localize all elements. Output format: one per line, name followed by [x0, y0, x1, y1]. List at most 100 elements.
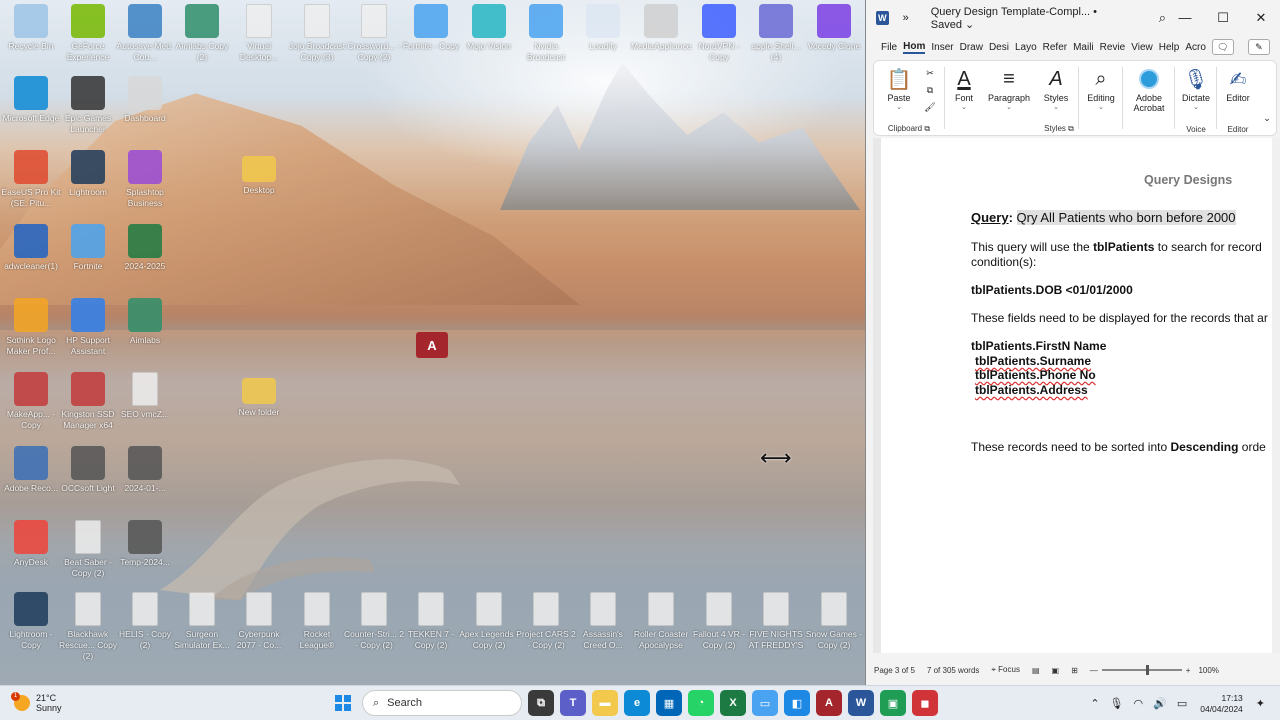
more-commands-icon[interactable]: » — [903, 12, 909, 24]
desktop-icon[interactable]: 2024-01-... — [115, 446, 175, 494]
desktop-icon[interactable]: MakeApp... - Copy — [1, 372, 61, 431]
desktop-icon[interactable]: Crossword... - Copy (2) — [344, 4, 404, 63]
battery-icon[interactable]: ▭ — [1177, 697, 1187, 710]
menu-tab[interactable]: Inser — [931, 42, 953, 53]
desktop-icon[interactable]: Beat Saber - Copy (2) — [58, 520, 118, 579]
desktop-icon[interactable]: EaseUS Pro Kit (SE. Pitu... — [1, 150, 61, 209]
photos-icon[interactable]: ◧ — [784, 690, 810, 716]
desktop-icon[interactable]: OCCsoft Light — [58, 446, 118, 494]
minimize-button[interactable]: — — [1166, 10, 1204, 26]
desktop-icon[interactable]: HP Support Assistant — [58, 298, 118, 357]
desktop-icon[interactable]: Virtual Desktop... — [229, 4, 289, 63]
teams-icon[interactable]: T — [560, 690, 586, 716]
desktop-icon[interactable]: Surgeon Simulator Ex... — [172, 592, 232, 651]
menu-tab[interactable]: Desi — [989, 42, 1009, 53]
edge-icon[interactable]: e — [624, 690, 650, 716]
access-app-icon[interactable]: A — [416, 332, 448, 358]
wifi-icon[interactable]: ◠ — [1134, 697, 1144, 710]
comments-icon[interactable]: 🗨 — [1211, 39, 1234, 55]
whatsapp-icon[interactable]: ◔ — [688, 690, 714, 716]
desktop-icon[interactable]: Fallout 4 VR - Copy (2) — [689, 592, 749, 651]
zoom-level[interactable]: 100% — [1198, 666, 1218, 675]
dictate-button[interactable]: 🎙 Dictate ⌄ Voice — [1176, 61, 1216, 137]
taskbar-search[interactable]: ⌕ Search — [362, 690, 522, 716]
access-icon[interactable]: A — [816, 690, 842, 716]
document-page[interactable]: Query Designs Query: Qry All Patients wh… — [881, 138, 1273, 653]
desktop-icon[interactable]: Kingston SSD Manager x64 — [58, 372, 118, 431]
desktop-icon[interactable]: Jojo Broadcast Copy (3) — [287, 4, 347, 63]
editing-mode-icon[interactable]: ✎ — [1247, 39, 1270, 55]
zoom-in-button[interactable]: + — [1186, 666, 1191, 675]
desktop-icon[interactable]: 2024-2025 — [115, 224, 175, 272]
vertical-scrollbar[interactable] — [1272, 138, 1280, 653]
desktop-icon[interactable]: Aimlabs — [115, 298, 175, 346]
start-button[interactable] — [330, 690, 356, 716]
close-button[interactable]: ✕ — [1242, 10, 1280, 26]
desktop-icon[interactable]: Recycle Bin — [1, 4, 61, 52]
desktop-icon[interactable]: Blackhawk Rescue... Copy (2) — [58, 592, 118, 662]
desktop-icon[interactable]: Mojo Vision — [459, 4, 519, 52]
desktop-icon[interactable]: Lightroom - Copy — [1, 592, 61, 651]
search-icon[interactable]: ⌕ — [1159, 10, 1166, 26]
menu-tab[interactable]: Draw — [960, 42, 983, 53]
show-hidden-icons-icon[interactable]: ⌃ — [1090, 697, 1099, 710]
menu-tab[interactable]: Acro — [1185, 42, 1206, 53]
adobe-acrobat-button[interactable]: Adobe Acrobat — [1124, 61, 1174, 137]
paragraph-button[interactable]: ≡ Paragraph ⌄ — [984, 61, 1034, 137]
desktop-icon[interactable]: Desktop — [229, 150, 289, 196]
collapse-ribbon-icon[interactable]: ⌄ — [1260, 113, 1274, 129]
word-icon[interactable]: W — [848, 690, 874, 716]
menu-tab[interactable]: Help — [1159, 42, 1180, 53]
clock[interactable]: 17:13 04/04/2024 — [1200, 693, 1243, 715]
desktop-icon[interactable]: Aimlabs Copy (2) — [172, 4, 232, 63]
weather-widget[interactable]: 1 21°C Sunny — [11, 692, 62, 713]
task-view-icon[interactable]: ⧉ — [528, 690, 554, 716]
desktop-icon[interactable]: Rocket League® — [287, 592, 347, 651]
zoom-slider[interactable] — [1101, 665, 1182, 675]
menu-tab[interactable]: Hom — [903, 41, 926, 54]
editing-button[interactable]: ⌕ Editing ⌄ — [1080, 61, 1122, 137]
microphone-icon[interactable]: 🎙 — [1110, 697, 1124, 710]
desktop-icon[interactable]: Autosave Med. Cou... — [115, 4, 175, 63]
desktop-icon[interactable]: Nvidia Broadcast — [516, 4, 576, 63]
desktop-icon[interactable]: AnyDesk — [1, 520, 61, 568]
read-mode-icon[interactable]: ▤ — [1032, 666, 1040, 675]
store-icon[interactable]: ▦ — [656, 690, 682, 716]
desktop-icon[interactable]: Vocedy Clone — [804, 4, 864, 52]
green-app-icon[interactable]: ▣ — [880, 690, 906, 716]
desktop-icon[interactable]: Cyberpunk 2077 - Co... — [229, 592, 289, 651]
desktop-icon[interactable]: NordVPN - Copy — [689, 4, 749, 63]
red-app-icon[interactable]: ◼ — [912, 690, 938, 716]
desktop-icon[interactable]: Counter-Stri... 2 - Copy (2) — [344, 592, 404, 651]
document-title[interactable]: Query Design Template-Compl... • Saved ⌄ — [931, 6, 1123, 31]
styles-dialog-launcher-icon[interactable]: ⧉ — [1068, 124, 1074, 133]
desktop-icon[interactable]: Apex Legends - Copy (2) — [459, 592, 519, 651]
desktop-icon[interactable]: Lightroom — [58, 150, 118, 198]
remote-desktop-icon[interactable]: ▭ — [752, 690, 778, 716]
menu-tab[interactable]: Maili — [1073, 42, 1094, 53]
desktop-icon[interactable]: TEKKEN 7 - Copy (2) — [401, 592, 461, 651]
desktop-icon[interactable]: SEO vmcZ... — [115, 372, 175, 420]
desktop-icon[interactable]: Assassin's Creed O... — [573, 592, 633, 651]
dialog-launcher-icon[interactable]: ⧉ — [924, 124, 930, 133]
desktop-icon[interactable]: Temp-2024... — [115, 520, 175, 568]
desktop-icon[interactable]: Fortnite - Copy — [401, 4, 461, 52]
desktop-icon[interactable]: Epic Games Launcher — [58, 76, 118, 135]
maximize-button[interactable]: ☐ — [1204, 10, 1242, 26]
desktop-icon[interactable]: FIVE NIGHTS AT FREDDY'S — [746, 592, 806, 651]
print-layout-icon[interactable]: ▣ — [1052, 666, 1060, 675]
menu-tab[interactable]: Layo — [1015, 42, 1037, 53]
focus-button[interactable]: ⌖ Focus — [991, 665, 1020, 675]
desktop-icon[interactable]: Splashtop Business — [115, 150, 175, 209]
desktop-icon[interactable]: Roller Coaster Apocalypse — [631, 592, 691, 651]
word-count[interactable]: 7 of 305 words — [927, 666, 979, 675]
desktop-icon[interactable]: New folder — [229, 372, 289, 418]
excel-icon[interactable]: X — [720, 690, 746, 716]
desktop-icon[interactable]: Adobe Reco... — [1, 446, 61, 494]
desktop-icon[interactable]: Sothink Logo Maker Prof... — [1, 298, 61, 357]
menu-tab[interactable]: Refer — [1043, 42, 1067, 53]
copilot-icon[interactable]: ✦ — [1256, 697, 1265, 710]
menu-tab[interactable]: File — [881, 42, 897, 53]
web-layout-icon[interactable]: ⊞ — [1071, 666, 1078, 675]
desktop-icon[interactable]: GeForce Experience — [58, 4, 118, 63]
